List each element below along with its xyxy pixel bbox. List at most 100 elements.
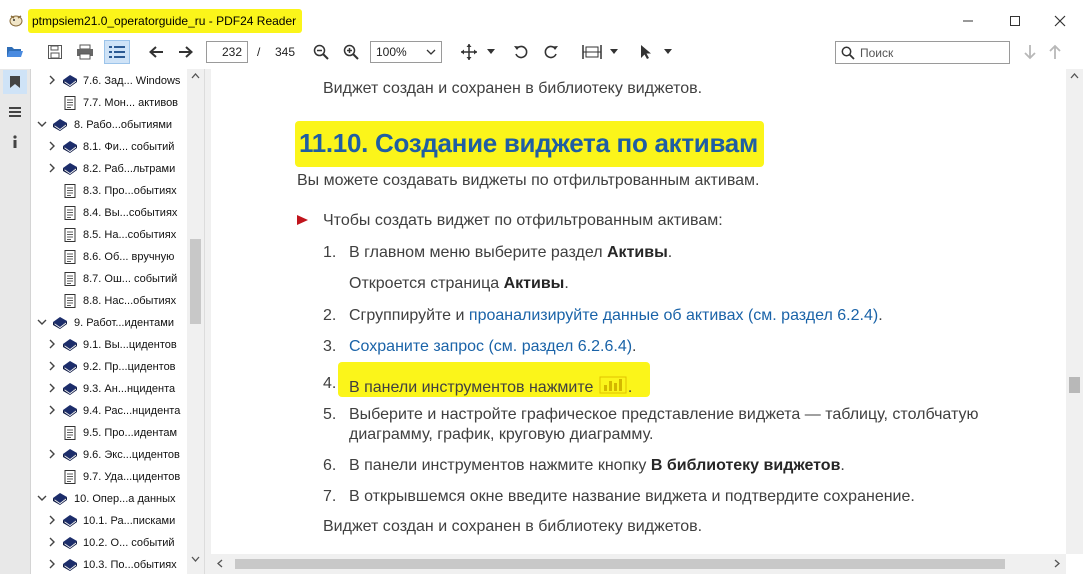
step-1-end: . (667, 244, 673, 261)
outline-item[interactable]: 10.3. По...обытиях (32, 554, 187, 574)
outline-item-label: 7.7. Мон... активов (83, 97, 179, 109)
outline-item[interactable]: 8.5. На...событиях (32, 224, 187, 246)
rotate-right-button[interactable] (540, 40, 562, 64)
page-count: 345 (275, 45, 296, 59)
maximize-button[interactable] (995, 8, 1035, 34)
save-button[interactable] (44, 40, 66, 64)
outline-item[interactable]: 9.3. Ан...нцидента (32, 378, 187, 400)
page-list-button[interactable] (104, 40, 130, 64)
pan-tool-button[interactable] (457, 40, 481, 64)
document-vertical-scrollbar[interactable] (1066, 69, 1083, 554)
outline-item[interactable]: 9.6. Экс...цидентов (32, 444, 187, 466)
chevron-down-icon[interactable] (37, 317, 47, 327)
outline-item[interactable]: 9.1. Вы...цидентов (32, 334, 187, 356)
chevron-down-icon[interactable] (37, 119, 47, 129)
outline-item[interactable]: 8.8. Нас...обытиях (32, 290, 187, 312)
outline-item[interactable]: 9.7. Уда...цидентов (32, 466, 187, 488)
next-page-button[interactable] (175, 40, 197, 64)
search-input[interactable] (860, 44, 1005, 61)
outline-tree: 7.6. Зад... Windows 7.7. Мон... активов 8.… (32, 69, 187, 574)
outline-item[interactable]: 10.1. Ра...писками (32, 510, 187, 532)
step-1-result-text: Откроется страница (349, 275, 504, 292)
outline-item[interactable]: 9. Работ...идентами (32, 312, 187, 334)
print-button[interactable] (74, 40, 96, 64)
chevron-right-icon[interactable] (47, 559, 57, 569)
analyze-assets-link[interactable]: проанализируйте данные об активах (см. р… (469, 307, 878, 324)
save-query-link[interactable]: Сохраните запрос (см. раздел 6.2.6.4) (349, 338, 632, 355)
outline-item[interactable]: 8.2. Раб...льтрами (32, 158, 187, 180)
outline-item[interactable]: 7.6. Зад... Windows (32, 70, 187, 92)
thumbnails-tab[interactable] (3, 100, 27, 124)
document-horizontal-scroll-thumb[interactable] (235, 559, 1005, 569)
chevron-right-icon[interactable] (47, 141, 57, 151)
outline-item[interactable]: 9.4. Рас...нцидента (32, 400, 187, 422)
chevron-right-icon[interactable] (47, 515, 57, 525)
book-icon (63, 163, 77, 175)
page-icon (64, 470, 76, 484)
close-window-button[interactable] (1040, 8, 1080, 34)
outline-item-label: 9.2. Пр...цидентов (83, 361, 176, 373)
minimize-button[interactable] (948, 8, 988, 34)
step-5-line-1: Выберите и настройте графическое предста… (349, 406, 979, 423)
chevron-right-icon[interactable] (47, 339, 57, 349)
section-heading: 11.10. Создание виджета по активам (295, 121, 764, 167)
outline-item[interactable]: 10. Опер...а данных (32, 488, 187, 510)
zoom-in-button[interactable] (340, 40, 362, 64)
document-info-tab[interactable] (3, 130, 27, 154)
procedure-bullet-icon (297, 215, 308, 225)
search-box[interactable] (835, 41, 1010, 64)
outline-item[interactable]: 8.4. Вы...событиях (32, 202, 187, 224)
document-horizontal-scrollbar[interactable] (211, 554, 1066, 574)
scroll-up-icon (191, 73, 200, 79)
chevron-right-icon[interactable] (47, 163, 57, 173)
outline-item[interactable]: 8.3. Про...обытиях (32, 180, 187, 202)
pan-tool-dropdown[interactable] (484, 40, 498, 64)
chevron-right-icon[interactable] (47, 405, 57, 415)
page-number-input[interactable]: 232 (206, 41, 248, 63)
outline-item-label: 9.5. Про...идентам (83, 427, 178, 439)
fit-width-button[interactable] (580, 40, 604, 64)
step-2-number: 2. (323, 307, 337, 324)
panel-splitter[interactable] (204, 69, 211, 574)
chevron-right-icon[interactable] (47, 537, 57, 547)
step-3-end: . (632, 338, 637, 355)
outline-item-label: 9.7. Уда...цидентов (83, 471, 181, 483)
chevron-down-icon[interactable] (37, 493, 47, 503)
outline-scrollbar[interactable] (187, 69, 204, 574)
fit-width-dropdown[interactable] (607, 40, 621, 64)
outline-scroll-thumb[interactable] (190, 239, 201, 324)
outline-item[interactable]: 8. Рабо...обытиями (32, 114, 187, 136)
step-6-number: 6. (323, 457, 337, 474)
previous-page-button[interactable] (145, 40, 167, 64)
open-button[interactable] (4, 40, 26, 64)
search-previous-button[interactable] (1045, 40, 1065, 64)
chevron-right-icon[interactable] (47, 449, 57, 459)
rotate-left-button[interactable] (510, 40, 532, 64)
select-tool-dropdown[interactable] (661, 40, 675, 64)
outline-item[interactable]: 7.7. Мон... активов (32, 92, 187, 114)
page-icon (64, 228, 76, 242)
outline-item[interactable]: 8.1. Фи... событий (32, 136, 187, 158)
page-icon (64, 272, 76, 286)
bookmarks-tab[interactable] (3, 70, 27, 94)
search-next-button[interactable] (1020, 40, 1040, 64)
outline-item[interactable]: 9.5. Про...идентам (32, 422, 187, 444)
zoom-select[interactable]: 100% (370, 41, 442, 63)
outline-item-label: 10.1. Ра...писками (83, 515, 176, 527)
outline-item-label: 8.4. Вы...событиях (83, 207, 178, 219)
chevron-right-icon[interactable] (47, 361, 57, 371)
chevron-right-icon[interactable] (47, 383, 57, 393)
outline-item[interactable]: 8.7. Ош... событий (32, 268, 187, 290)
intro-text: Вы можете создавать виджеты по отфильтро… (297, 172, 760, 189)
rotate-cw-icon (544, 45, 558, 59)
zoom-out-button[interactable] (310, 40, 332, 64)
select-tool-button[interactable] (636, 40, 656, 64)
page-icon (64, 294, 76, 308)
document-vertical-scroll-thumb[interactable] (1069, 377, 1080, 393)
outline-item[interactable]: 9.2. Пр...цидентов (32, 356, 187, 378)
outline-item[interactable]: 8.6. Об... вручную (32, 246, 187, 268)
scroll-right-icon (1054, 559, 1060, 568)
chevron-right-icon[interactable] (47, 75, 57, 85)
outline-item[interactable]: 10.2. О... событий (32, 532, 187, 554)
cursor-icon (641, 45, 651, 59)
